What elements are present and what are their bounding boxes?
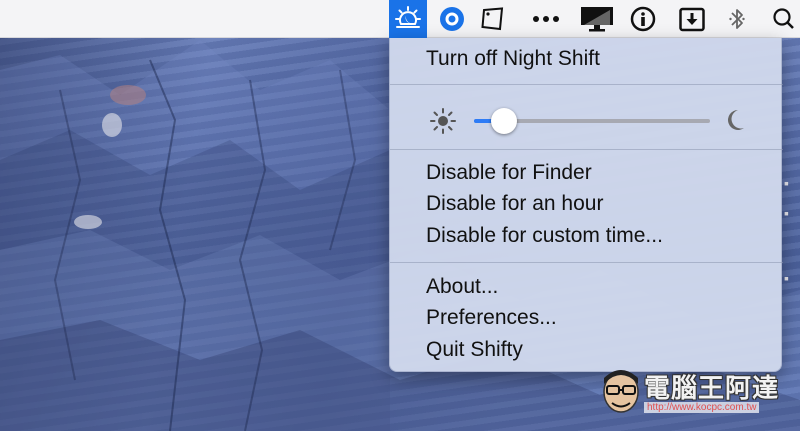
disable-for-an-hour-item[interactable]: Disable for an hour (426, 190, 603, 218)
shifty-dropdown-menu: Turn off Night Shift Disable for Finder … (389, 38, 783, 372)
download-box-icon[interactable] (673, 0, 711, 38)
disable-for-finder-item[interactable]: Disable for Finder (426, 159, 592, 187)
display-icon[interactable] (578, 0, 616, 38)
desktop-edge-glyph: ▪ (784, 175, 789, 191)
color-temperature-slider-row (390, 100, 783, 140)
quit-shifty-item[interactable]: Quit Shifty (426, 336, 523, 364)
menu-bar (0, 0, 800, 38)
menu-separator (390, 262, 783, 263)
bluetooth-icon[interactable] (718, 0, 756, 38)
ellipsis-icon[interactable] (527, 0, 565, 38)
search-icon[interactable] (772, 0, 800, 38)
menu-separator (390, 149, 783, 150)
preferences-item[interactable]: Preferences... (426, 304, 557, 332)
watermark-face-icon (603, 370, 639, 413)
circle-o-icon[interactable] (433, 0, 471, 38)
color-temperature-slider[interactable] (474, 108, 710, 134)
desktop-edge-glyph: ▪ (784, 205, 789, 221)
moon-icon (728, 110, 744, 130)
slider-thumb[interactable] (491, 108, 517, 134)
watermark-title: 電腦王阿達 (644, 373, 780, 403)
sun-icon (430, 108, 456, 134)
turn-off-night-shift-item[interactable]: Turn off Night Shift (426, 45, 600, 73)
info-circle-icon[interactable] (624, 0, 662, 38)
menu-separator (390, 84, 783, 85)
rotated-square-icon[interactable] (474, 0, 512, 38)
disable-for-custom-time-item[interactable]: Disable for custom time... (426, 222, 663, 250)
night-shift-icon[interactable] (389, 0, 427, 38)
watermark-url: http://www.kocpc.com.tw (644, 402, 760, 413)
about-item[interactable]: About... (426, 273, 498, 301)
watermark: 電腦王阿達 http://www.kocpc.com.tw (600, 366, 796, 426)
desktop-edge-glyph: ▪ (784, 270, 789, 286)
